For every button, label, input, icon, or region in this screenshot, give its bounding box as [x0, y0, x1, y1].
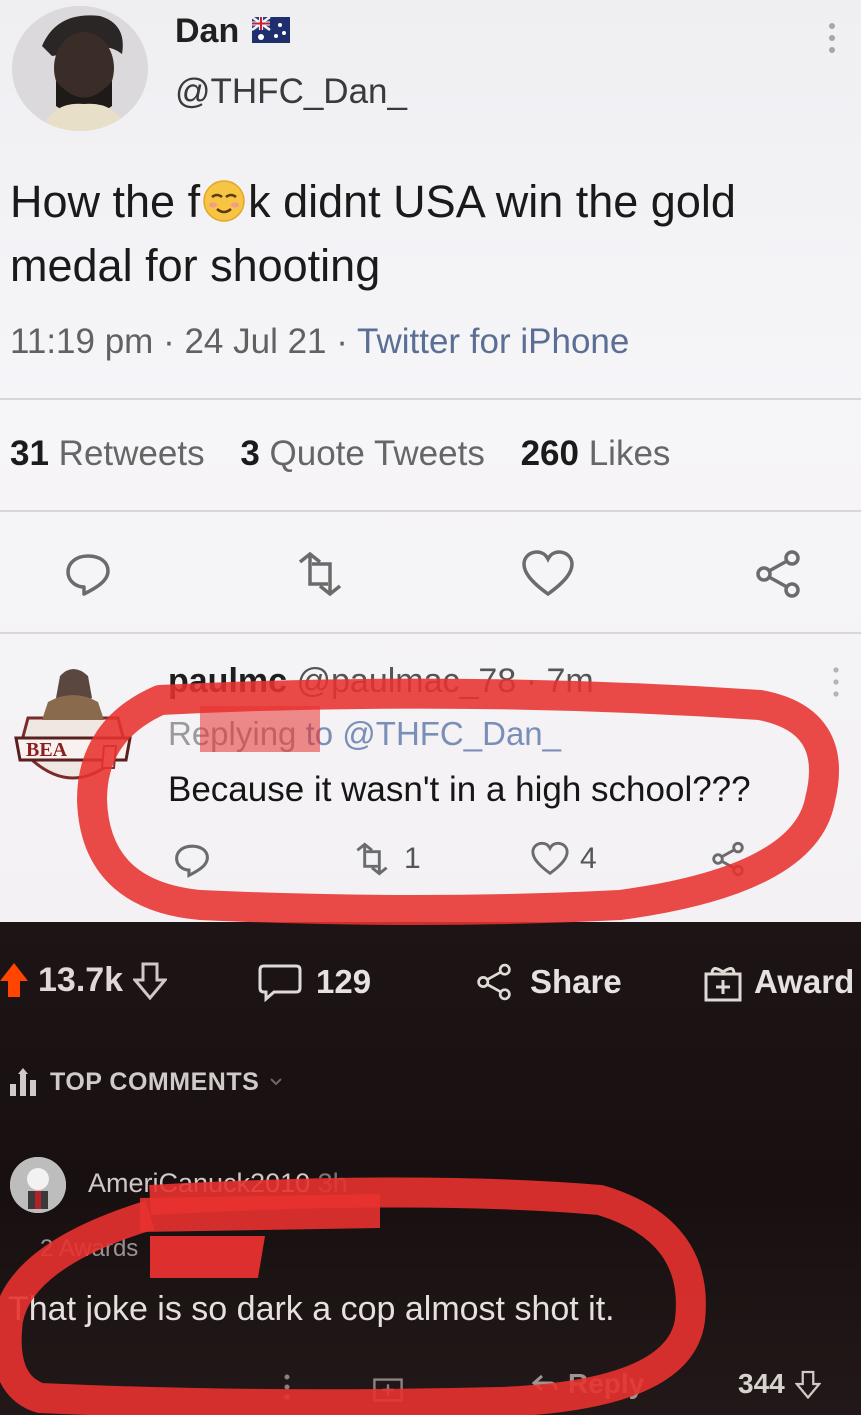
chevron-down-icon	[270, 1078, 282, 1086]
comment-reply-button[interactable]: Reply	[530, 1368, 644, 1400]
share-action-icon[interactable]	[750, 548, 806, 600]
meta-separator: ·	[163, 322, 185, 361]
divider	[0, 510, 861, 512]
sort-top-icon	[10, 1068, 36, 1096]
comment-sort-selector[interactable]: TOP COMMENTS	[8, 1066, 283, 1098]
gift-award-icon	[704, 967, 742, 1002]
likes-stat[interactable]: 260 Likes	[521, 434, 671, 473]
more-options-icon[interactable]	[822, 18, 842, 58]
reply-action-icon[interactable]	[62, 548, 114, 600]
sort-label: TOP COMMENTS	[50, 1067, 260, 1096]
comments-count: 129	[316, 963, 372, 1000]
replying-to-line: Replying to @THFC_Dan_	[168, 715, 561, 753]
comment-text: That joke is so dark a cop almost shot i…	[8, 1290, 615, 1328]
tweet-text: How the f k didnt USA win the gold medal…	[10, 170, 850, 298]
downvote-arrow-icon[interactable]	[133, 960, 168, 1000]
quotes-label: Quote Tweets	[269, 434, 485, 473]
author-handle[interactable]: @THFC_Dan_	[175, 72, 407, 112]
tweet-date: 24 Jul 21	[184, 322, 327, 361]
author-name[interactable]: Dan	[175, 12, 239, 51]
retweets-count: 31	[10, 434, 49, 473]
share-icon	[477, 963, 511, 1001]
share-label: Share	[530, 963, 622, 1000]
relieved-face-emoji-icon	[202, 179, 246, 223]
tweet-source[interactable]: Twitter for iPhone	[357, 322, 629, 361]
commenter-line: AmeriCanuck2010 3h	[88, 1168, 348, 1199]
meta-separator: ·	[336, 322, 358, 361]
comment-vote: 344	[738, 1368, 821, 1400]
reply-author-name: paulmc	[168, 662, 288, 700]
comment-downvote-icon[interactable]	[794, 1369, 821, 1399]
reply-share-icon[interactable]	[708, 840, 748, 878]
retweet-action-icon[interactable]	[290, 548, 350, 600]
reply-like[interactable]: 4	[530, 840, 597, 878]
tweet-stats: 31 Retweets 3 Quote Tweets 260 Likes	[10, 434, 670, 474]
divider	[0, 632, 861, 634]
tweet-time: 11:19 pm	[10, 322, 154, 361]
likes-count: 260	[520, 434, 579, 473]
divider	[0, 398, 861, 400]
like-action-icon[interactable]	[520, 548, 576, 600]
retweets-label: Retweets	[58, 434, 205, 473]
reply-text: Because it wasn't in a high school???	[168, 770, 751, 809]
likes-label: Likes	[588, 434, 671, 473]
reply-retweet[interactable]: 1	[350, 840, 421, 878]
quote-tweets-stat[interactable]: 3 Quote Tweets	[240, 434, 485, 473]
comment-award-icon[interactable]	[370, 1370, 406, 1402]
reply-retweet-count: 1	[404, 842, 421, 875]
reply-reply-icon[interactable]	[172, 840, 212, 880]
comment-score: 344	[738, 1368, 785, 1399]
reply-like-count: 4	[580, 842, 597, 875]
share-button[interactable]: Share	[472, 962, 622, 1002]
award-label: Award	[754, 963, 855, 1000]
quotes-count: 3	[240, 434, 260, 473]
svg-text:BEA: BEA	[26, 739, 68, 761]
comment-more-options-icon[interactable]	[282, 1372, 292, 1402]
replying-to-handle[interactable]: to @THFC_Dan_	[306, 715, 561, 752]
reply-arrow-icon	[531, 1374, 558, 1392]
australia-flag-icon	[252, 17, 290, 43]
comments-button[interactable]: 129	[258, 962, 371, 1002]
upvote-arrow-icon[interactable]	[0, 961, 28, 999]
commenter-username[interactable]: AmeriCanuck2010	[88, 1168, 310, 1198]
reply-label: Reply	[568, 1368, 645, 1399]
comment-age: 3h	[317, 1168, 348, 1198]
reply-avatar-logo[interactable]: BEA	[8, 658, 138, 808]
tweet-screenshot: Dan @THFC_Dan_ How the f k didnt USA win…	[0, 0, 861, 922]
commenter-avatar[interactable]	[10, 1157, 66, 1213]
author-avatar[interactable]	[12, 6, 148, 131]
vote-bar: 13.7k	[0, 960, 168, 1000]
award-button[interactable]: Award	[702, 962, 854, 1002]
comment-awards: 2 Awards	[40, 1235, 139, 1262]
retweet-icon	[356, 842, 388, 876]
reply-handle-time: @paulmac_78 · 7m	[296, 662, 594, 700]
comment-bubble-icon	[258, 964, 302, 1002]
tweet-meta: 11:19 pm · 24 Jul 21 · Twitter for iPhon…	[10, 322, 629, 362]
upvote-count: 13.7k	[38, 960, 124, 999]
reply-author[interactable]: paulmc @paulmac_78 · 7m	[168, 662, 594, 701]
heart-icon	[531, 841, 569, 876]
reply-more-options-icon[interactable]	[828, 664, 844, 700]
replying-prefix: Replying	[168, 715, 297, 752]
retweets-stat[interactable]: 31 Retweets	[10, 434, 205, 473]
tweet-text-start: How the f	[10, 176, 201, 227]
